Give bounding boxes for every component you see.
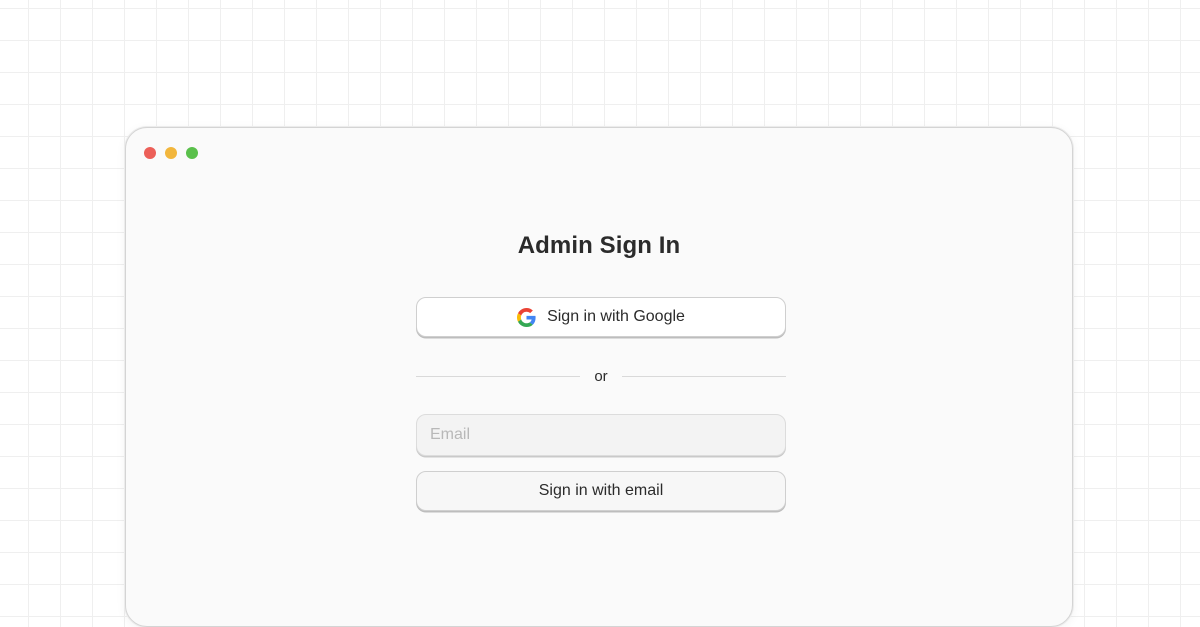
divider-line-left: [416, 375, 581, 377]
window-controls: [144, 147, 198, 159]
page-title: Admin Sign In: [517, 232, 681, 259]
email-signin-label: Sign in with email: [538, 482, 664, 499]
email-input[interactable]: [416, 414, 786, 456]
divider-line-right: [621, 375, 786, 377]
google-icon: [517, 307, 536, 327]
email-signin-button[interactable]: Sign in with email: [416, 471, 786, 511]
minimize-window-button[interactable]: [165, 147, 177, 159]
google-signin-label: Sign in with Google: [547, 308, 685, 325]
divider-text: or: [594, 367, 608, 385]
or-divider: or: [416, 366, 786, 386]
close-window-button[interactable]: [144, 147, 156, 159]
app-window: Admin Sign In Sign in with Google or Sig…: [125, 127, 1073, 627]
maximize-window-button[interactable]: [186, 147, 198, 159]
google-signin-button[interactable]: Sign in with Google: [416, 297, 786, 337]
